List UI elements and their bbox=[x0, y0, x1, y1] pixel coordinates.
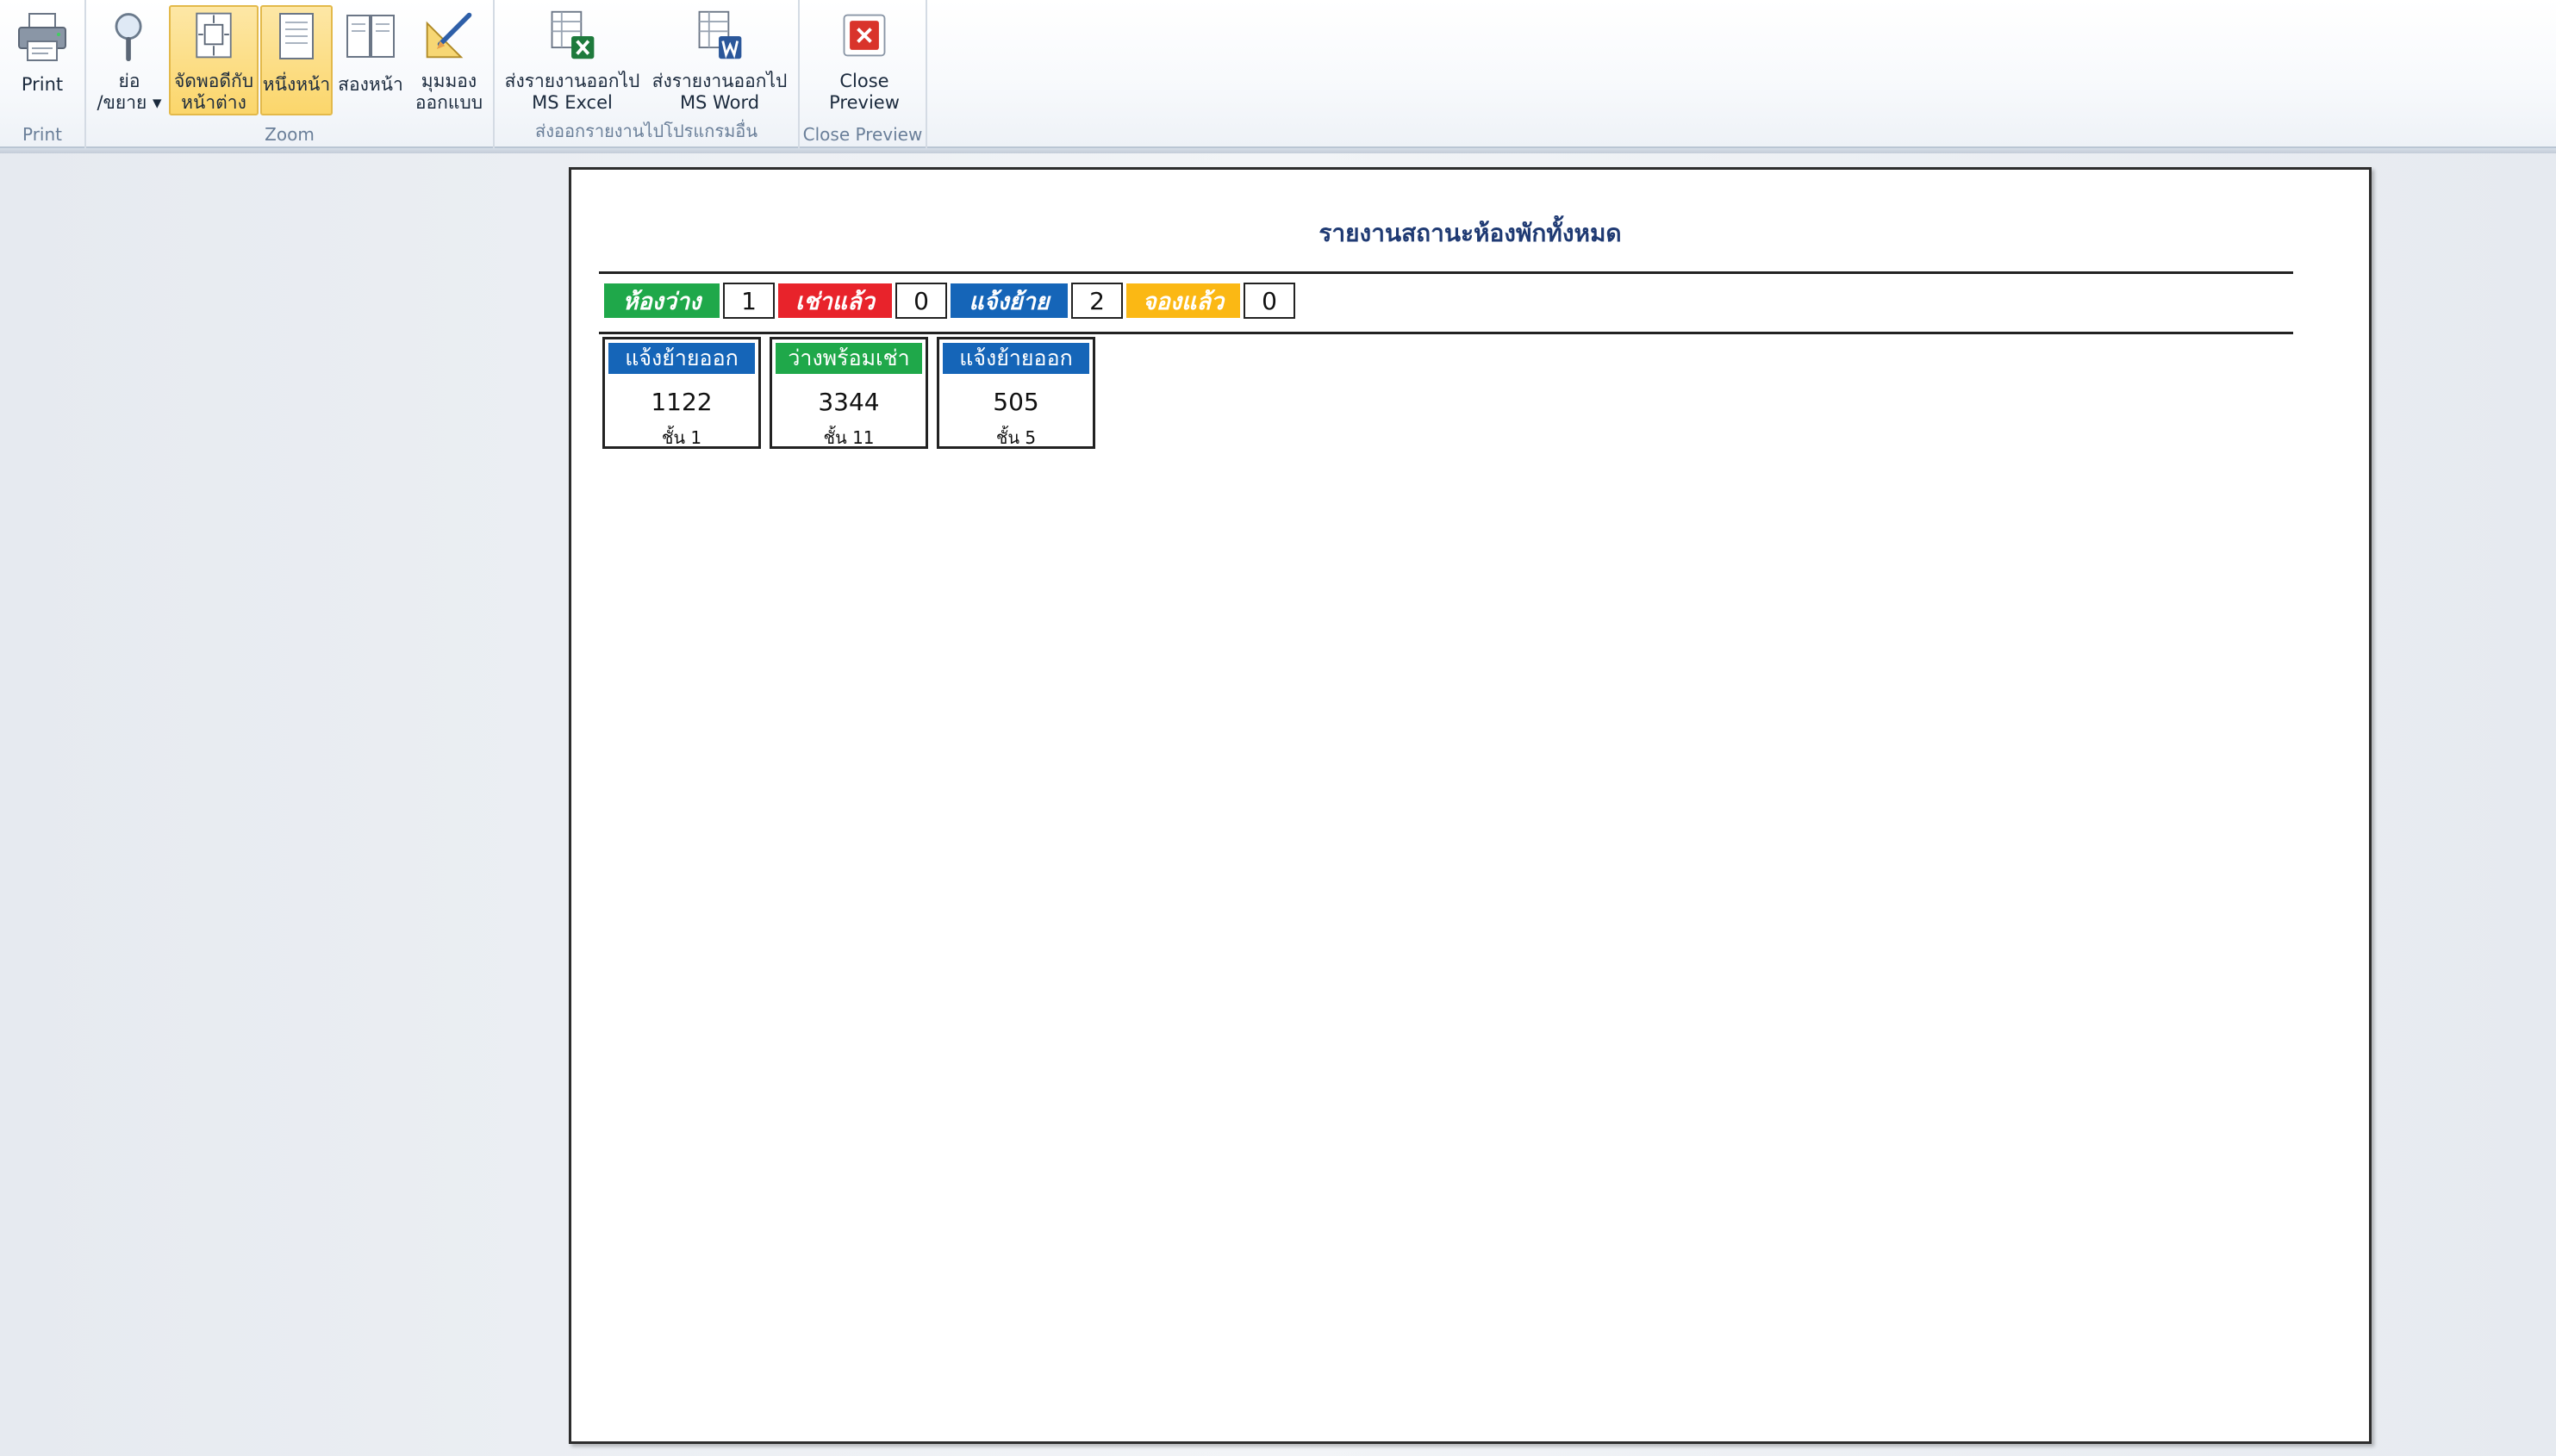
group-label-close: Close Preview bbox=[802, 124, 923, 145]
single-page-icon bbox=[279, 13, 314, 59]
close-preview-button[interactable]: Close Preview bbox=[817, 5, 912, 115]
fit-window-button[interactable]: จัดพอดีกับ หน้าต่าง bbox=[169, 5, 259, 115]
room-card: แจ้งย้ายออก 505 ชั้น 5 bbox=[937, 337, 1095, 449]
room-cards: แจ้งย้ายออก 1122 ชั้น 1 ว่างพร้อมเช่า 33… bbox=[602, 337, 1104, 449]
group-label-print: Print bbox=[22, 124, 62, 145]
report-page: รายงานสถานะห้องพักทั้งหมด ห้องว่าง 1 เช่… bbox=[569, 167, 2372, 1444]
room-status: แจ้งย้ายออก bbox=[608, 343, 755, 374]
ribbon-group-close: Close Preview Close Preview bbox=[800, 0, 927, 148]
one-page-button-label: หนึ่งหน้า bbox=[262, 74, 331, 95]
room-status: แจ้งย้ายออก bbox=[943, 343, 1089, 374]
ribbon-group-zoom: ย่อ /ขยาย ▾ จัดพอดีกับ หน้าต่าง หนึ่งหน้… bbox=[86, 0, 495, 148]
two-pages-button[interactable]: สองหน้า bbox=[334, 5, 407, 115]
divider-top bbox=[599, 271, 2293, 274]
one-page-button[interactable]: หนึ่งหน้า bbox=[260, 5, 333, 115]
room-floor: ชั้น 11 bbox=[823, 427, 875, 448]
two-pages-icon bbox=[346, 15, 395, 58]
room-floor: ชั้น 1 bbox=[661, 427, 702, 448]
export-word-button-label: ส่งรายงานออกไป MS Word bbox=[651, 71, 788, 113]
ribbon-group-export: ส่งรายงานออกไป MS Excel ส่งรายงานออกไป M… bbox=[495, 0, 800, 148]
magnifier-icon bbox=[115, 13, 142, 62]
legend-count-reserved: 0 bbox=[1244, 283, 1295, 319]
room-number: 1122 bbox=[651, 388, 713, 416]
room-floor: ชั้น 5 bbox=[995, 427, 1037, 448]
printer-icon bbox=[18, 13, 66, 61]
ribbon-toolbar: Print Print ย่อ /ขยาย ▾ จัดพอดีกับ หน้าต… bbox=[0, 0, 2556, 148]
room-card: ว่างพร้อมเช่า 3344 ชั้น 11 bbox=[770, 337, 928, 449]
print-button[interactable]: Print bbox=[5, 5, 79, 115]
export-word-button[interactable]: ส่งรายงานออกไป MS Word bbox=[646, 5, 793, 115]
excel-export-icon bbox=[551, 10, 595, 59]
export-excel-button[interactable]: ส่งรายงานออกไป MS Excel bbox=[502, 5, 643, 115]
legend-label-available: ห้องว่าง bbox=[604, 283, 720, 318]
print-preview-area[interactable]: รายงานสถานะห้องพักทั้งหมด ห้องว่าง 1 เช่… bbox=[0, 153, 2556, 1456]
export-excel-button-label: ส่งรายงานออกไป MS Excel bbox=[504, 71, 640, 113]
room-card: แจ้งย้ายออก 1122 ชั้น 1 bbox=[602, 337, 761, 449]
divider-bottom bbox=[599, 332, 2293, 334]
design-ruler-pencil-icon bbox=[426, 12, 472, 59]
close-preview-icon bbox=[843, 14, 886, 57]
zoom-button-label: ย่อ /ขยาย ▾ bbox=[97, 71, 162, 113]
fit-window-button-label: จัดพอดีกับ หน้าต่าง bbox=[173, 71, 254, 113]
legend-label-reserved: จองแล้ว bbox=[1126, 283, 1240, 318]
room-number: 3344 bbox=[818, 388, 880, 416]
legend-label-moving-out: แจ้งย้าย bbox=[951, 283, 1068, 318]
design-view-button-label: มุมมอง ออกแบบ bbox=[415, 71, 483, 113]
legend-count-rented: 0 bbox=[895, 283, 947, 319]
fit-page-icon bbox=[196, 12, 232, 59]
print-button-label: Print bbox=[21, 74, 64, 95]
two-pages-button-label: สองหน้า bbox=[338, 74, 403, 95]
group-label-export: ส่งออกรายงานไปโปรแกรมอื่น bbox=[534, 121, 757, 141]
legend-count-moving-out: 2 bbox=[1071, 283, 1123, 319]
close-preview-button-label: Close Preview bbox=[829, 71, 900, 113]
legend-label-rented: เช่าแล้ว bbox=[778, 283, 892, 318]
report-title: รายงานสถานะห้องพักทั้งหมด bbox=[1319, 220, 1622, 246]
zoom-button[interactable]: ย่อ /ขยาย ▾ bbox=[90, 5, 169, 115]
word-export-icon bbox=[698, 10, 742, 59]
design-view-button[interactable]: มุมมอง ออกแบบ bbox=[408, 5, 489, 115]
ribbon-group-print: Print Print bbox=[0, 0, 86, 148]
group-label-zoom: Zoom bbox=[265, 124, 315, 145]
room-number: 505 bbox=[993, 388, 1039, 416]
room-status: ว่างพร้อมเช่า bbox=[776, 343, 922, 374]
legend-count-available: 1 bbox=[723, 283, 775, 319]
status-legend: ห้องว่าง 1 เช่าแล้ว 0 แจ้งย้าย 2 จองแล้ว… bbox=[604, 282, 1299, 320]
